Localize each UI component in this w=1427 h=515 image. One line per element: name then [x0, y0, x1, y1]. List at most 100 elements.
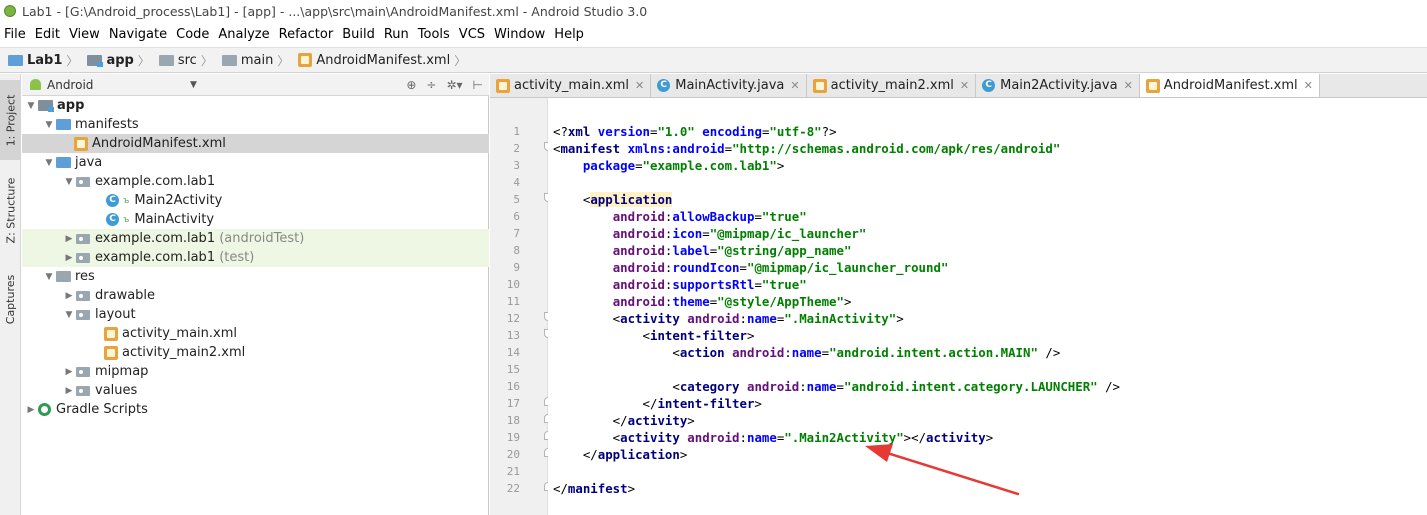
window-title: Lab1 - [G:\Android_process\Lab1] - [app]… [22, 3, 648, 19]
code-line-11: android:theme="@style/AppTheme"> [612, 294, 852, 309]
menu-build[interactable]: Build [342, 27, 375, 42]
tab-activity-main2-xml[interactable]: activity_main2.xml ✕ [806, 74, 977, 97]
module-icon [38, 100, 54, 112]
line-number: 21 [506, 465, 520, 478]
expanded-arrow-icon[interactable]: ▼ [42, 158, 56, 168]
java-class-icon: C [657, 79, 671, 92]
code-line-13: <intent-filter> [553, 328, 755, 343]
menu-file[interactable]: File [4, 27, 26, 42]
tree-item-activity-main-xml[interactable]: activity_main.xml [22, 324, 489, 343]
collapsed-arrow-icon[interactable]: ▶ [24, 405, 38, 415]
folder-icon [76, 290, 90, 301]
menu-tools[interactable]: Tools [418, 27, 450, 42]
line-number: 4 [513, 176, 520, 189]
tab-mainactivity-java[interactable]: C MainActivity.java ✕ [651, 74, 807, 97]
collapsed-arrow-icon[interactable]: ▶ [62, 234, 76, 244]
menu-view[interactable]: View [69, 27, 100, 42]
tree-item-androidmanifest[interactable]: AndroidManifest.xml [22, 134, 489, 153]
menu-vcs[interactable]: VCS [459, 27, 485, 42]
close-icon[interactable]: ✕ [1124, 79, 1133, 92]
dropdown-arrow-icon[interactable]: ▼ [190, 80, 197, 90]
expanded-arrow-icon[interactable]: ▼ [42, 272, 56, 282]
tree-item-java[interactable]: ▼ java [22, 153, 489, 172]
tree-item-manifests[interactable]: ▼ manifests [22, 115, 489, 134]
chevron-right-icon: 〉 [454, 53, 467, 68]
tree-item-mainactivity[interactable]: C ъ MainActivity [22, 210, 489, 229]
expanded-arrow-icon[interactable]: ▼ [62, 310, 76, 320]
tool-tab-structure[interactable]: Z: Structure [0, 170, 21, 250]
menu-code[interactable]: Code [176, 27, 209, 42]
breadcrumb-lab1[interactable]: Lab1 〉 [8, 52, 83, 69]
chevron-right-icon: 〉 [200, 53, 213, 68]
close-icon[interactable]: ✕ [790, 79, 799, 92]
code-line-6: android:allowBackup="true" [612, 209, 807, 224]
tree-item-app[interactable]: ▼ app [22, 96, 489, 115]
tree-item-drawable[interactable]: ▶ drawable [22, 286, 489, 305]
target-icon[interactable]: ⊕ [406, 78, 416, 92]
android-activity-icon: ъ [123, 214, 130, 225]
tool-tab-project[interactable]: 1: Project [0, 80, 21, 160]
project-view-select[interactable]: Android [47, 78, 93, 92]
code-line-7: android:icon="@mipmap/ic_launcher" [612, 226, 867, 241]
menu-refactor[interactable]: Refactor [279, 27, 334, 42]
android-icon [30, 79, 41, 90]
close-icon[interactable]: ✕ [635, 79, 644, 92]
line-number: 10 [506, 278, 520, 291]
expanded-arrow-icon[interactable]: ▼ [42, 120, 56, 130]
menu-edit[interactable]: Edit [35, 27, 60, 42]
code-line-10: android:supportsRtl="true" [612, 277, 807, 292]
breadcrumb-main[interactable]: main 〉 [221, 52, 295, 69]
folder-icon [56, 119, 71, 130]
chevron-right-icon: 〉 [66, 53, 79, 68]
xml-file-icon [104, 326, 118, 341]
package-icon [76, 176, 90, 187]
menu-run[interactable]: Run [384, 27, 409, 42]
tree-item-res[interactable]: ▼ res [22, 267, 489, 286]
expanded-arrow-icon[interactable]: ▼ [24, 101, 38, 111]
tree-item-mipmap[interactable]: ▶ mipmap [22, 362, 489, 381]
chevron-right-icon: 〉 [137, 53, 150, 68]
project-tree: ▼ app ▼ manifests AndroidManifest.xml ▼ … [22, 96, 489, 515]
tool-tab-captures[interactable]: Captures [0, 264, 21, 334]
tree-item-activity-main2-xml[interactable]: activity_main2.xml [22, 343, 489, 362]
tree-item-package-main[interactable]: ▼ example.com.lab1 [22, 172, 489, 191]
code-line-16: <category android:name="android.intent.c… [553, 379, 1121, 394]
collapsed-arrow-icon[interactable]: ▶ [62, 386, 76, 396]
close-icon[interactable]: ✕ [1304, 79, 1313, 92]
tab-activity-main-xml[interactable]: activity_main.xml ✕ [490, 74, 652, 97]
editor-gutter: 1 2 3 4 5 6 7 8 9 10 11 12 13 14 15 16 1… [490, 98, 552, 515]
line-number: 22 [506, 482, 520, 495]
tree-item-main2activity[interactable]: C ъ Main2Activity [22, 191, 489, 210]
collapsed-arrow-icon[interactable]: ▶ [62, 253, 76, 263]
breadcrumb-manifest[interactable]: AndroidManifest.xml 〉 [298, 52, 471, 69]
line-number: 11 [506, 295, 520, 308]
breadcrumb-src[interactable]: src 〉 [158, 52, 218, 69]
collapse-all-icon[interactable]: ÷ [426, 78, 436, 92]
gear-icon[interactable]: ✲▾ [446, 78, 462, 92]
tree-item-layout[interactable]: ▼ layout [22, 305, 489, 324]
collapsed-arrow-icon[interactable]: ▶ [62, 291, 76, 301]
close-icon[interactable]: ✕ [960, 79, 969, 92]
code-line-5: <application [553, 192, 673, 207]
tree-item-gradle-scripts[interactable]: ▶ Gradle Scripts [22, 400, 489, 419]
line-number: 18 [506, 414, 520, 427]
line-number: 9 [513, 261, 520, 274]
tab-main2activity-java[interactable]: C Main2Activity.java ✕ [976, 74, 1140, 97]
tab-androidmanifest-xml[interactable]: AndroidManifest.xml ✕ [1139, 74, 1320, 97]
package-icon [76, 252, 90, 263]
xml-file-icon [812, 78, 827, 93]
collapsed-arrow-icon[interactable]: ▶ [62, 367, 76, 377]
menu-analyze[interactable]: Analyze [218, 27, 269, 42]
tree-item-values[interactable]: ▶ values [22, 381, 489, 400]
code-editor[interactable]: <?xml version="1.0" encoding="utf-8"?> <… [548, 98, 1427, 515]
manifest-file-icon [298, 53, 313, 67]
hide-panel-icon[interactable]: ⊢ [473, 78, 483, 92]
expanded-arrow-icon[interactable]: ▼ [62, 177, 76, 187]
code-line-8: android:label="@string/app_name" [612, 243, 852, 258]
menu-navigate[interactable]: Navigate [109, 27, 167, 42]
tree-item-package-test[interactable]: ▶ example.com.lab1 (test) [22, 248, 489, 267]
menu-help[interactable]: Help [554, 27, 584, 42]
breadcrumb-app[interactable]: app 〉 [87, 52, 154, 69]
menu-window[interactable]: Window [494, 27, 545, 42]
tree-item-package-androidtest[interactable]: ▶ example.com.lab1 (androidTest) [22, 229, 489, 248]
